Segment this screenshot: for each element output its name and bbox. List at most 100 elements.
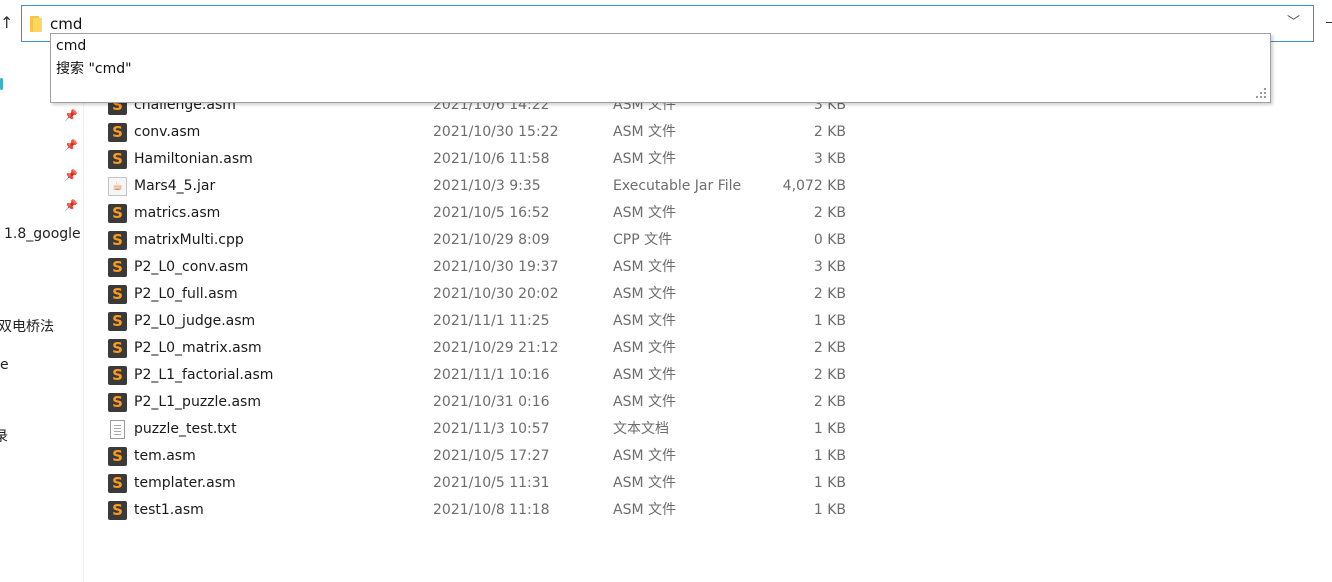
file-name: templater.asm xyxy=(134,475,236,491)
suggestion-cmd[interactable]: cmd xyxy=(56,35,86,57)
file-size: 2 KB xyxy=(813,367,846,383)
sublime-icon: S xyxy=(108,285,127,304)
file-name: conv.asm xyxy=(134,124,201,140)
sublime-icon: S xyxy=(108,393,127,412)
nav-item-icon xyxy=(0,78,3,90)
file-size: 1 KB xyxy=(813,448,846,464)
sublime-icon: S xyxy=(108,204,127,223)
pin-icon[interactable]: 📌 xyxy=(64,140,78,152)
file-modified-date: 2021/11/1 10:16 xyxy=(433,367,550,383)
file-name: Hamiltonian.asm xyxy=(134,151,253,167)
file-type: ASM 文件 xyxy=(613,475,676,491)
pin-icon[interactable]: 📌 xyxy=(64,170,78,182)
window-edge-dash xyxy=(1326,22,1332,23)
sublime-icon: S xyxy=(108,312,127,331)
file-name: tem.asm xyxy=(134,448,196,464)
file-row[interactable]: S P2_L1_factorial.asm 2021/11/1 10:16 ASM 文… xyxy=(98,362,868,389)
resize-grip-icon[interactable] xyxy=(1256,88,1268,100)
file-modified-date: 2021/11/3 10:57 xyxy=(433,421,550,437)
sublime-icon: S xyxy=(108,123,127,142)
file-row[interactable]: S P2_L1_puzzle.asm 2021/10/31 0:16 ASM 文件 2 … xyxy=(98,389,868,416)
file-size: 3 KB xyxy=(813,151,846,167)
file-name: P2_L0_conv.asm xyxy=(134,259,249,275)
file-row[interactable]: Smatrics.asm 2021/10/5 16:52 ASM 文件 2 KB xyxy=(98,200,868,227)
sublime-icon: S xyxy=(108,474,127,493)
sublime-icon: S xyxy=(108,339,127,358)
file-name: puzzle_test.txt xyxy=(134,421,237,437)
file-modified-date: 2021/10/29 8:09 xyxy=(433,232,550,248)
suggestion-search-cmd[interactable]: 搜索 "cmd" xyxy=(56,58,132,80)
file-type: ASM 文件 xyxy=(613,286,676,302)
nav-item-1-8-google[interactable]: 1.8_google xyxy=(4,226,81,242)
file-name: P2_L0_judge.asm xyxy=(134,313,256,329)
file-modified-date: 2021/10/31 0:16 xyxy=(433,394,550,410)
file-modified-date: 2021/10/3 9:35 xyxy=(433,178,541,194)
file-row[interactable]: puzzle_test.txt 2021/11/3 10:57 文本文档 1 KB xyxy=(98,416,868,443)
navigation-pane: 📌 📌 📌 📌 1.8_google 双电桥法 e 录 xyxy=(0,46,84,582)
file-name: P2_L1_factorial.asm xyxy=(134,367,274,383)
nav-item-e[interactable]: e xyxy=(0,357,9,373)
file-type: ASM 文件 xyxy=(613,340,676,356)
file-row[interactable]: Sconv.asm 2021/10/30 15:22 ASM 文件 2 KB xyxy=(98,119,868,146)
folder-icon xyxy=(30,16,44,32)
file-modified-date: 2021/10/29 21:12 xyxy=(433,340,559,356)
sublime-icon: S xyxy=(108,231,127,250)
sublime-icon: S xyxy=(108,501,127,520)
file-size: 2 KB xyxy=(813,205,846,221)
file-row[interactable]: Stemplater.asm 2021/10/5 11:31 ASM 文件 1 KB xyxy=(98,470,868,497)
file-type: ASM 文件 xyxy=(613,448,676,464)
sublime-icon: S xyxy=(108,150,127,169)
nav-item-double-bridge[interactable]: 双电桥法 xyxy=(0,316,54,336)
sublime-icon: S xyxy=(108,366,127,385)
file-row[interactable]: S Hamiltonian.asm 2021/10/6 11:58 ASM 文件 3 K… xyxy=(98,146,868,173)
file-name: P2_L0_matrix.asm xyxy=(134,340,262,356)
pin-icon[interactable]: 📌 xyxy=(64,110,78,122)
file-size: 1 KB xyxy=(813,421,846,437)
file-size: 2 KB xyxy=(813,286,846,302)
file-type: ASM 文件 xyxy=(613,205,676,221)
file-name: Mars4_5.jar xyxy=(134,178,216,194)
text-file-icon xyxy=(108,420,127,439)
file-size: 2 KB xyxy=(813,394,846,410)
file-size: 4,072 KB xyxy=(782,178,846,194)
file-type: Executable Jar File xyxy=(613,178,742,194)
file-modified-date: 2021/11/1 11:25 xyxy=(433,313,550,329)
file-type: ASM 文件 xyxy=(613,502,676,518)
file-type: ASM 文件 xyxy=(613,124,676,140)
file-type: ASM 文件 xyxy=(613,151,676,167)
file-type: ASM 文件 xyxy=(613,259,676,275)
file-modified-date: 2021/10/30 19:37 xyxy=(433,259,559,275)
address-autocomplete-dropdown: cmd 搜索 "cmd" xyxy=(50,33,1271,103)
file-modified-date: 2021/10/5 17:27 xyxy=(433,448,550,464)
file-row[interactable]: S P2_L0_full.asm 2021/10/30 20:02 ASM 文件 2 K… xyxy=(98,281,868,308)
file-modified-date: 2021/10/6 11:58 xyxy=(433,151,550,167)
file-row[interactable]: S P2_L0_matrix.asm 2021/10/29 21:12 ASM 文件 2… xyxy=(98,335,868,362)
file-type: 文本文档 xyxy=(613,421,669,437)
file-modified-date: 2021/10/8 11:18 xyxy=(433,502,550,518)
pin-icon[interactable]: 📌 xyxy=(64,200,78,212)
sublime-icon: S xyxy=(108,258,127,277)
file-name: P2_L1_puzzle.asm xyxy=(134,394,261,410)
file-size: 2 KB xyxy=(813,340,846,356)
nav-item-lu[interactable]: 录 xyxy=(0,426,8,446)
file-row[interactable]: Stem.asm 2021/10/5 17:27 ASM 文件 1 KB xyxy=(98,443,868,470)
file-size: 0 KB xyxy=(813,232,846,248)
file-row[interactable]: SmatrixMulti.cpp 2021/10/29 8:09 CPP 文件 0 K… xyxy=(98,227,868,254)
file-size: 3 KB xyxy=(813,259,846,275)
file-modified-date: 2021/10/30 20:02 xyxy=(433,286,559,302)
file-size: 2 KB xyxy=(813,124,846,140)
file-row[interactable]: S P2_L0_conv.asm 2021/10/30 19:37 ASM 文件 3 K… xyxy=(98,254,868,281)
file-size: 1 KB xyxy=(813,475,846,491)
file-row[interactable]: Stest1.asm 2021/10/8 11:18 ASM 文件 1 KB xyxy=(98,497,868,524)
file-name: matrixMulti.cpp xyxy=(134,232,244,248)
file-modified-date: 2021/10/5 16:52 xyxy=(433,205,550,221)
file-name: P2_L0_full.asm xyxy=(134,286,238,302)
file-type: ASM 文件 xyxy=(613,313,676,329)
file-row[interactable]: ☕ Mars4_5.jar 2021/10/3 9:35 Executable Jar… xyxy=(98,173,868,200)
file-row[interactable]: S P2_L0_judge.asm 2021/11/1 11:25 ASM 文件 1 K… xyxy=(98,308,868,335)
chevron-down-icon[interactable]: ﹀ xyxy=(1287,14,1301,32)
sublime-icon: S xyxy=(108,447,127,466)
file-modified-date: 2021/10/5 11:31 xyxy=(433,475,550,491)
file-size: 1 KB xyxy=(813,502,846,518)
up-arrow-icon[interactable]: ↑ xyxy=(0,12,16,34)
